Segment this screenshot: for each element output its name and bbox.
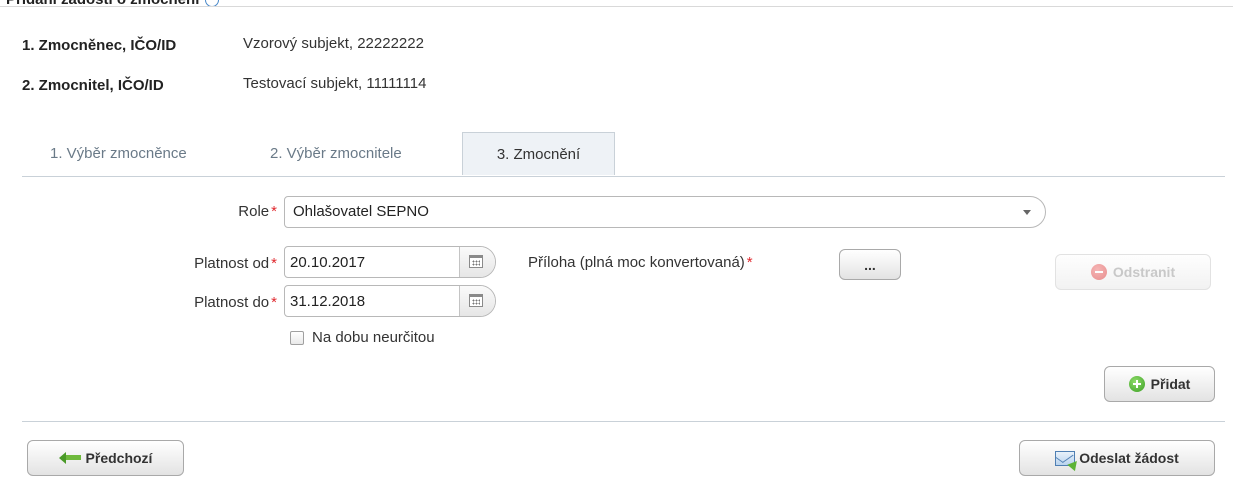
arrow-left-icon <box>58 452 81 464</box>
calendar-icon <box>469 255 483 268</box>
required-marker: * <box>271 255 277 272</box>
role-label-text: Role <box>238 203 270 220</box>
calendar-icon <box>469 294 483 307</box>
tabs-divider <box>22 176 1225 177</box>
indefinite-checkbox[interactable] <box>290 331 304 345</box>
add-button[interactable]: Přidat <box>1104 366 1215 402</box>
header-divider <box>0 6 1233 7</box>
valid-to-input[interactable] <box>285 286 457 316</box>
footer-divider <box>22 421 1225 422</box>
tab-authorization[interactable]: 3. Zmocnění <box>462 132 615 175</box>
valid-to-calendar-button[interactable] <box>459 286 495 316</box>
principal-label: 2. Zmocnitel, IČO/ID <box>22 77 164 94</box>
principal-value: Testovací subjekt, 11111114 <box>243 75 427 92</box>
add-button-label: Přidat <box>1150 376 1191 392</box>
previous-button[interactable]: Předchozí <box>27 440 184 476</box>
required-marker: * <box>271 203 277 220</box>
browse-attachment-label: ... <box>864 256 876 273</box>
chevron-down-icon <box>1023 210 1031 215</box>
mail-send-icon <box>1055 450 1076 466</box>
indefinite-label: Na dobu neurčitou <box>312 329 435 346</box>
role-label: Role * <box>150 203 277 220</box>
role-select-value: Ohlašovatel SEPNO <box>293 203 429 220</box>
valid-to-field <box>284 285 496 317</box>
required-marker: * <box>746 254 753 271</box>
attorney-value: Vzorový subjekt, 22222222 <box>243 35 424 52</box>
attachment-label-text: Příloha (plná moc konvertovaná) <box>528 254 745 271</box>
tab-select-principal[interactable]: 2. Výběr zmocnitele <box>270 132 402 175</box>
role-select[interactable]: Ohlašovatel SEPNO <box>284 196 1046 228</box>
required-marker: * <box>271 294 277 311</box>
valid-from-calendar-button[interactable] <box>459 247 495 277</box>
valid-to-label-text: Platnost do <box>194 294 270 311</box>
plus-circle-icon <box>1128 376 1145 392</box>
submit-request-label: Odeslat žádost <box>1079 450 1179 466</box>
previous-button-label: Předchozí <box>85 450 153 466</box>
valid-from-field <box>284 246 496 278</box>
valid-from-label-text: Platnost od <box>194 255 270 272</box>
attorney-label: 1. Zmocněnec, IČO/ID <box>22 37 177 54</box>
minus-circle-icon <box>1090 264 1107 280</box>
valid-from-label: Platnost od * <box>120 255 277 272</box>
valid-from-input[interactable] <box>285 247 457 277</box>
valid-to-label: Platnost do * <box>120 294 277 311</box>
tab-select-attorney[interactable]: 1. Výběr zmocněnce <box>50 132 187 175</box>
remove-attachment-button[interactable]: Odstranit <box>1055 254 1211 290</box>
browse-attachment-button[interactable]: ... <box>839 249 901 280</box>
submit-request-button[interactable]: Odeslat žádost <box>1019 440 1215 476</box>
attachment-label: Příloha (plná moc konvertovaná) * <box>528 254 753 271</box>
remove-attachment-label: Odstranit <box>1112 264 1176 280</box>
